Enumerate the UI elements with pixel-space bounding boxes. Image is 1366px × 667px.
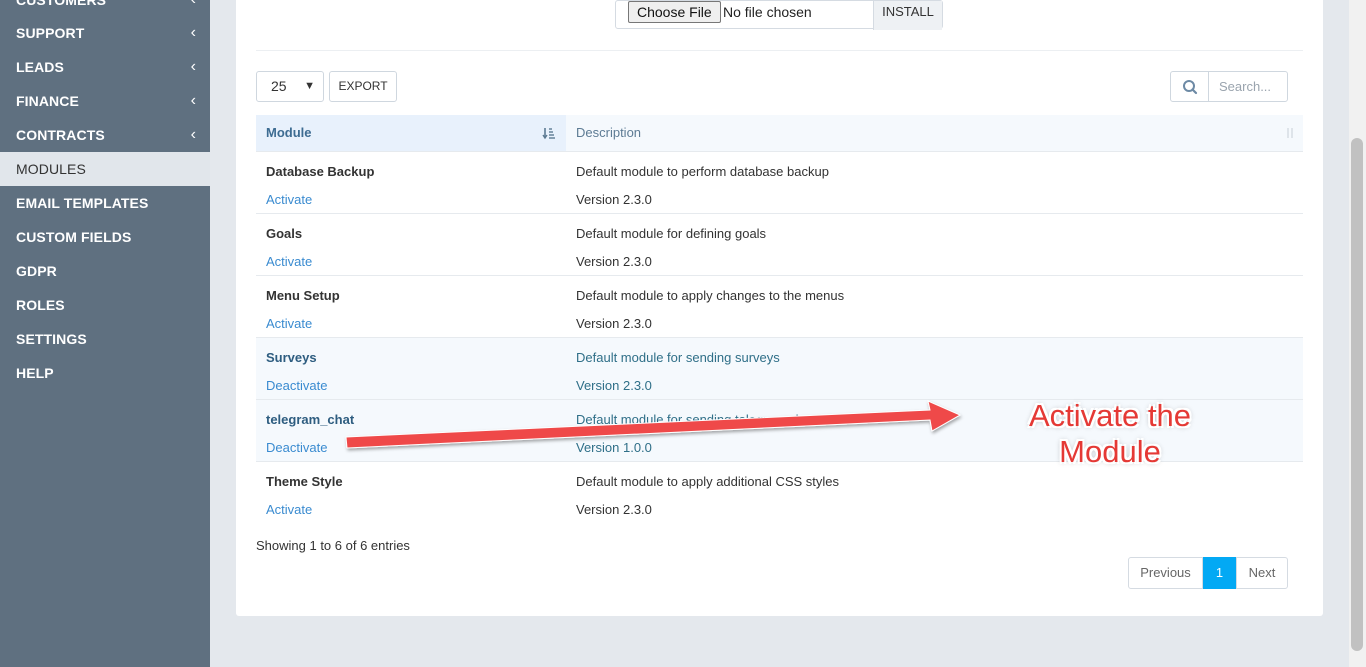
sidebar-item-label: MODULES [16,161,86,177]
sidebar-item-email-templates[interactable]: EMAIL TEMPLATES [0,186,210,220]
sidebar: CUSTOMERS ‹ SUPPORT ‹ LEADS ‹ FINANCE ‹ CONT… [0,0,210,667]
module-name: Goals [266,226,303,241]
divider [256,50,1303,51]
search-input[interactable]: Search... [1208,71,1288,102]
table-row: Surveys Deactivate Default module for se… [256,338,1303,400]
sidebar-item-help[interactable]: HELP [0,356,210,390]
column-header-module[interactable]: Module [256,115,566,151]
module-version: Version 2.3.0 [576,254,652,269]
chevron-left-icon: ‹ [190,24,196,41]
column-header-label: Description [576,125,642,140]
previous-page-button[interactable]: Previous [1128,557,1203,589]
sidebar-item-label: CUSTOM FIELDS [16,229,132,245]
module-version: Version 2.3.0 [576,192,652,207]
sidebar-item-label: SETTINGS [16,331,87,347]
table-row: Theme Style Activate Default module to a… [256,462,1303,524]
chevron-left-icon: ‹ [190,92,196,109]
sidebar-item-label: CONTRACTS [16,127,105,143]
sidebar-item-roles[interactable]: ROLES [0,288,210,322]
sidebar-item-contracts[interactable]: CONTRACTS ‹ [0,118,210,152]
chevron-left-icon: ‹ [191,0,196,17]
page-length-value: 25 [271,78,287,94]
chevron-left-icon: ‹ [190,58,196,75]
sidebar-item-gdpr[interactable]: GDPR [0,254,210,288]
sidebar-item-leads[interactable]: LEADS ‹ [0,50,210,84]
activate-link[interactable]: Activate [266,502,312,517]
module-description: Default module for sending telegram chat [576,412,814,427]
install-button[interactable]: INSTALL [873,1,942,30]
scrollbar[interactable] [1349,0,1366,667]
table-header: Module Description [256,115,1303,152]
module-version: Version 2.3.0 [576,316,652,331]
pagination: Previous 1 Next [1128,557,1288,589]
module-version: Version 1.0.0 [576,440,652,455]
next-page-button[interactable]: Next [1236,557,1288,589]
chevron-left-icon: ‹ [190,126,196,143]
table-row: Database Backup Activate Default module … [256,152,1303,214]
sidebar-item-label: SUPPORT [16,25,85,41]
sidebar-item-label: ROLES [16,297,65,313]
annotation-text: Activate the Module [1000,398,1220,470]
sidebar-item-customers[interactable]: CUSTOMERS ‹ [0,0,210,17]
module-version: Version 2.3.0 [576,378,652,393]
module-description: Default module to apply additional CSS s… [576,474,840,489]
annotation-line: Activate the [1029,398,1191,433]
sidebar-item-label: LEADS [16,59,64,75]
sidebar-item-label: CUSTOMERS [16,0,107,8]
activate-link[interactable]: Activate [266,316,312,331]
sidebar-item-label: HELP [16,365,54,381]
module-name: Surveys [266,350,317,365]
activate-link[interactable]: Activate [266,192,312,207]
scrollbar-thumb[interactable] [1351,138,1363,651]
column-header-description[interactable]: Description [566,115,1303,151]
table-info: Showing 1 to 6 of 6 entries [256,538,410,553]
table-row: Goals Activate Default module for defini… [256,214,1303,276]
annotation-line: Module [1059,434,1161,469]
module-name: Theme Style [266,474,343,489]
sidebar-item-finance[interactable]: FINANCE ‹ [0,84,210,118]
module-name: Menu Setup [266,288,340,303]
sidebar-item-label: EMAIL TEMPLATES [16,195,149,211]
deactivate-link[interactable]: Deactivate [266,440,327,455]
module-upload-group: Choose File No file chosen INSTALL [615,0,943,30]
module-name: Database Backup [266,164,375,179]
page-length-select[interactable]: 25 ▼ [256,71,324,102]
module-version: Version 2.3.0 [576,502,652,517]
table-row: Menu Setup Activate Default module to ap… [256,276,1303,338]
file-status-text: No file chosen [723,4,812,20]
deactivate-link[interactable]: Deactivate [266,378,327,393]
sidebar-item-settings[interactable]: SETTINGS [0,322,210,356]
export-button[interactable]: EXPORT [329,71,397,102]
sidebar-item-label: GDPR [16,263,57,279]
choose-file-button[interactable]: Choose File [628,1,721,23]
sidebar-item-modules[interactable]: MODULES [0,152,210,186]
chevron-down-icon: ▼ [304,80,315,92]
module-description: Default module for defining goals [576,226,767,241]
module-description: Default module for sending surveys [576,350,780,365]
sidebar-item-custom-fields[interactable]: CUSTOM FIELDS [0,220,210,254]
activate-link[interactable]: Activate [266,254,312,269]
sidebar-item-support[interactable]: SUPPORT ‹ [0,16,210,50]
module-description: Default module to apply changes to the m… [576,288,845,303]
module-description: Default module to perform database backu… [576,164,829,179]
search-button[interactable] [1170,71,1209,102]
module-name: telegram_chat [266,412,355,427]
sidebar-item-label: FINANCE [16,93,79,109]
column-header-label: Module [266,125,312,140]
search-icon [1183,80,1198,95]
page-1-button[interactable]: 1 [1203,557,1236,589]
